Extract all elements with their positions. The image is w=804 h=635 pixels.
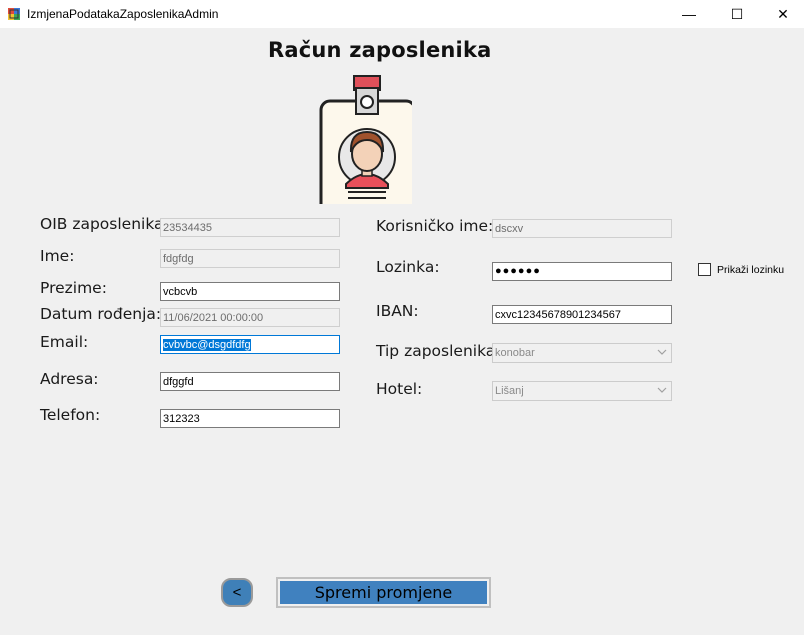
datum-rodenja-label: Datum rođenja:	[40, 305, 162, 323]
korisnicko-ime-field[interactable]: dscxv	[492, 219, 672, 238]
adresa-label: Adresa:	[40, 370, 99, 388]
iban-label: IBAN:	[376, 302, 419, 320]
email-value: cvbvbc@dsgdfdfg	[163, 339, 251, 351]
tip-zaposlenika-select[interactable]: konobar	[492, 343, 672, 363]
hotel-value: Lišanj	[495, 385, 524, 397]
tip-zaposlenika-label: Tip zaposlenika	[376, 342, 496, 360]
maximize-icon: ☐	[730, 5, 744, 22]
employee-badge-icon	[319, 75, 412, 204]
window-title: IzmjenaPodatakaZaposlenikaAdmin	[27, 7, 219, 21]
close-button[interactable]: ✕	[760, 0, 804, 28]
email-field[interactable]: cvbvbc@dsgdfdfg	[160, 335, 340, 354]
prezime-label: Prezime:	[40, 279, 107, 297]
ime-label: Ime:	[40, 247, 75, 265]
save-changes-button[interactable]: Spremi promjene	[276, 577, 491, 608]
minimize-icon: —	[682, 6, 696, 22]
lozinka-label: Lozinka:	[376, 258, 440, 276]
minimize-button[interactable]: —	[666, 0, 712, 28]
korisnicko-ime-label: Korisničko ime:	[376, 217, 494, 235]
email-label: Email:	[40, 333, 89, 351]
prezime-field[interactable]: vcbcvb	[160, 282, 340, 301]
hotel-select[interactable]: Lišanj	[492, 381, 672, 401]
show-password-label: Prikaži lozinku	[717, 264, 785, 276]
datum-rodenja-field[interactable]: 11/06/2021 00:00:00	[160, 308, 340, 327]
tip-zaposlenika-value: konobar	[495, 347, 535, 359]
chevron-down-icon	[657, 349, 667, 355]
ime-field[interactable]: fdgfdg	[160, 249, 340, 268]
show-password-checkbox[interactable]	[698, 263, 711, 276]
page-title: Račun zaposlenika	[268, 38, 492, 62]
app-icon	[7, 7, 21, 21]
telefon-field[interactable]: 312323	[160, 409, 340, 428]
iban-field[interactable]: cxvc12345678901234567	[492, 305, 672, 324]
save-changes-label: Spremi promjene	[280, 581, 487, 604]
lozinka-field[interactable]: ●●●●●●	[492, 262, 672, 281]
telefon-label: Telefon:	[40, 406, 101, 424]
title-bar: IzmjenaPodatakaZaposlenikaAdmin — ☐ ✕	[0, 0, 804, 28]
oib-label: OIB zaposlenika	[40, 215, 164, 233]
chevron-down-icon	[657, 387, 667, 393]
oib-field[interactable]: 23534435	[160, 218, 340, 237]
hotel-label: Hotel:	[376, 380, 423, 398]
adresa-field[interactable]: dfggfd	[160, 372, 340, 391]
back-button[interactable]: <	[221, 578, 253, 607]
maximize-button[interactable]: ☐	[714, 0, 760, 28]
close-icon: ✕	[777, 5, 789, 22]
